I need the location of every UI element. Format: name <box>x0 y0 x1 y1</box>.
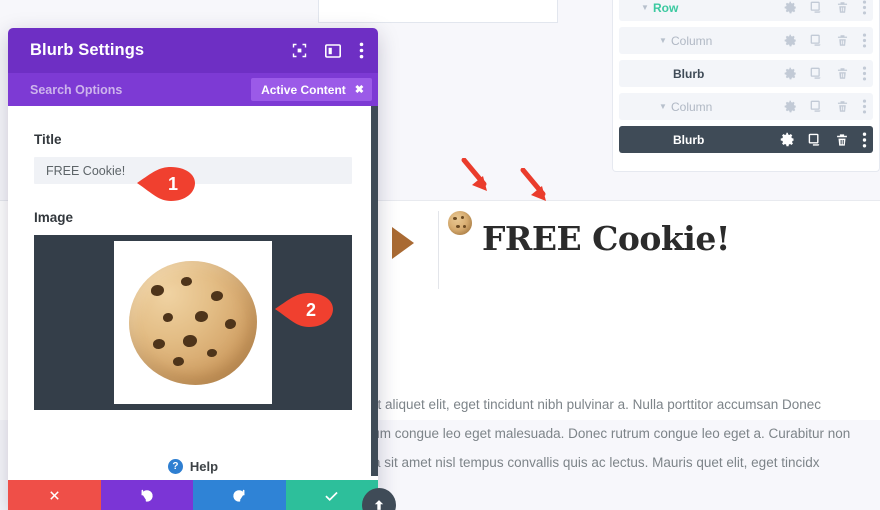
layer-row-blurb-1[interactable]: Blurb <box>619 60 873 87</box>
layer-row-column-1[interactable]: ▼ Column <box>619 27 873 54</box>
more-vertical-icon[interactable] <box>862 33 867 48</box>
dock-panel-icon[interactable] <box>325 43 341 58</box>
top-white-card <box>318 0 558 23</box>
layer-label: Blurb <box>673 66 705 81</box>
blurb-divider <box>438 211 439 289</box>
close-icon[interactable]: ✖ <box>355 83 364 96</box>
modal-search-bar: Active Content ✖ <box>8 73 378 106</box>
redo-button[interactable] <box>193 480 286 510</box>
gear-icon[interactable] <box>780 132 795 147</box>
layers-panel: ▼ Row ▼ Column Blurb ▼ Column Blurb <box>612 0 880 172</box>
cookie-image <box>129 260 257 385</box>
help-label: Help <box>189 458 219 474</box>
layer-row-row[interactable]: ▼ Row <box>619 0 873 21</box>
more-vertical-icon[interactable] <box>862 99 867 114</box>
cancel-button[interactable] <box>8 480 101 510</box>
trash-icon[interactable] <box>836 100 849 113</box>
image-preview-inner <box>114 241 272 404</box>
duplicate-icon[interactable] <box>810 100 823 113</box>
trash-icon[interactable] <box>836 1 849 14</box>
chevron-down-icon[interactable]: ▼ <box>637 3 653 12</box>
annotation-arrow-1 <box>460 158 494 196</box>
blurb-title: FREE Cookie! <box>482 219 730 258</box>
modal-footer <box>8 480 378 510</box>
blurb-module[interactable]: FREE Cookie! <box>380 205 880 295</box>
layer-actions <box>784 33 867 48</box>
duplicate-icon[interactable] <box>808 133 822 147</box>
annotation-pin-2: 2 <box>273 290 335 330</box>
active-content-chip[interactable]: Active Content ✖ <box>251 78 372 101</box>
chevron-down-icon[interactable]: ▼ <box>655 36 671 45</box>
layer-actions <box>780 132 867 148</box>
layer-actions <box>784 99 867 114</box>
modal-title: Blurb Settings <box>30 41 145 59</box>
image-field-label: Image <box>34 210 74 225</box>
layer-row-blurb-2-active[interactable]: Blurb <box>619 126 873 153</box>
modal-body: Title Image <box>8 106 378 452</box>
more-vertical-icon[interactable] <box>862 132 867 148</box>
layer-actions <box>784 66 867 81</box>
chevron-down-icon[interactable]: ▼ <box>655 102 671 111</box>
trash-icon[interactable] <box>835 133 849 147</box>
gear-icon[interactable] <box>784 67 797 80</box>
layer-actions <box>784 0 867 15</box>
help-icon: ? <box>167 458 183 474</box>
more-vertical-icon[interactable] <box>862 0 867 15</box>
title-field-label: Title <box>34 132 62 147</box>
layer-label: Column <box>671 99 713 114</box>
trash-icon[interactable] <box>836 34 849 47</box>
gear-icon[interactable] <box>784 34 797 47</box>
active-chip-label: Active Content <box>261 82 346 97</box>
annotation-pin-1: 1 <box>135 164 197 204</box>
layer-row-column-2[interactable]: ▼ Column <box>619 93 873 120</box>
modal-header: Blurb Settings <box>8 28 378 73</box>
more-vertical-icon[interactable] <box>862 66 867 81</box>
help-link[interactable]: ? Help <box>8 452 378 480</box>
duplicate-icon[interactable] <box>810 34 823 47</box>
modal-scrollbar[interactable] <box>371 106 378 476</box>
duplicate-icon[interactable] <box>810 67 823 80</box>
gear-icon[interactable] <box>784 100 797 113</box>
expand-icon[interactable] <box>292 43 307 58</box>
trash-icon[interactable] <box>836 67 849 80</box>
duplicate-icon[interactable] <box>810 1 823 14</box>
layer-label: Column <box>671 33 713 48</box>
annotation-arrow-2 <box>519 168 553 206</box>
play-triangle-icon <box>392 227 414 259</box>
layer-label: Row <box>653 0 679 15</box>
more-vertical-icon[interactable] <box>359 42 364 59</box>
annotation-pin-1-number: 1 <box>167 173 178 194</box>
search-input[interactable] <box>30 82 252 97</box>
blurb-settings-modal: Blurb Settings Active Content ✖ Tit <box>8 28 378 510</box>
layer-label: Blurb <box>673 132 705 147</box>
annotation-pin-2-number: 2 <box>305 299 316 320</box>
cookie-thumbnail-icon <box>448 211 472 235</box>
gear-icon[interactable] <box>784 1 797 14</box>
undo-button[interactable] <box>100 480 193 510</box>
body-paragraph: andit aliquet elit, eget tincidunt nibh … <box>352 397 851 470</box>
